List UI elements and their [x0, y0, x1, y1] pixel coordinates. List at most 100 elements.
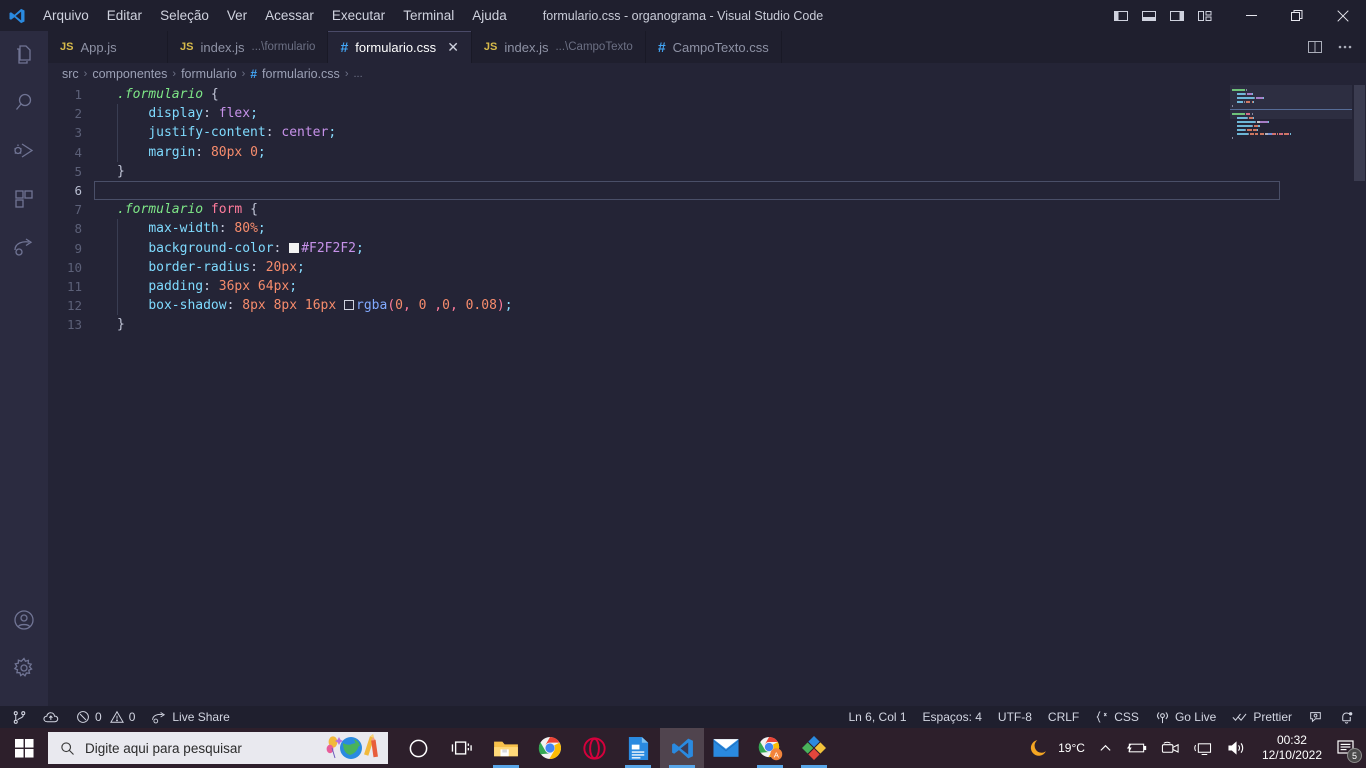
- split-editor-icon[interactable]: [1302, 34, 1328, 60]
- editor-encoding[interactable]: UTF-8: [990, 706, 1040, 728]
- taskbar-task-view[interactable]: [440, 728, 484, 768]
- code-text[interactable]: }: [94, 162, 125, 181]
- close-icon[interactable]: ✕: [447, 40, 459, 54]
- gear-icon[interactable]: [0, 644, 48, 692]
- taskbar-search-box[interactable]: Digite aqui para pesquisar: [48, 732, 388, 764]
- menu-ajuda[interactable]: Ajuda: [463, 5, 516, 26]
- code-line[interactable]: 6: [48, 180, 1366, 201]
- taskbar-mail[interactable]: [704, 728, 748, 768]
- account-icon[interactable]: [0, 596, 48, 644]
- go-live-button[interactable]: Go Live: [1147, 706, 1224, 728]
- editor-scrollbar[interactable]: [1352, 85, 1366, 706]
- taskbar-file-explorer[interactable]: [484, 728, 528, 768]
- breadcrumb-src[interactable]: src: [62, 67, 79, 81]
- toggle-secondary-sidebar-icon[interactable]: [1164, 3, 1190, 29]
- code-line[interactable]: 7 .formulario form {: [48, 200, 1366, 219]
- taskbar-vscode[interactable]: [660, 728, 704, 768]
- breadcrumb-symbol[interactable]: ...: [353, 68, 362, 80]
- editor-language[interactable]: CSS: [1087, 706, 1147, 728]
- toggle-primary-sidebar-icon[interactable]: [1108, 3, 1134, 29]
- menu-executar[interactable]: Executar: [323, 5, 394, 26]
- menu-arquivo[interactable]: Arquivo: [34, 5, 98, 26]
- code-line[interactable]: 3 justify-content: center;: [48, 123, 1366, 142]
- menu-terminal[interactable]: Terminal: [394, 5, 463, 26]
- code-line[interactable]: 5}: [48, 162, 1366, 181]
- taskbar-chrome-profile[interactable]: A: [748, 728, 792, 768]
- taskbar-chrome[interactable]: [528, 728, 572, 768]
- breadcrumb-componentes[interactable]: componentes: [92, 67, 167, 81]
- code-line[interactable]: 11 padding: 36px 64px;: [48, 277, 1366, 296]
- weather-widget[interactable]: 19°C: [1021, 728, 1092, 768]
- window-minimize-button[interactable]: [1228, 0, 1274, 31]
- menu-acessar[interactable]: Acessar: [256, 5, 323, 26]
- code-text[interactable]: max-width: 80%;: [94, 219, 265, 238]
- code-text[interactable]: }: [94, 315, 125, 334]
- remote-indicator-icon[interactable]: [35, 706, 68, 728]
- editor-position[interactable]: Ln 6, Col 1: [841, 706, 915, 728]
- code-line[interactable]: 10 border-radius: 20px;: [48, 258, 1366, 277]
- show-hidden-icons-chevron[interactable]: [1092, 728, 1119, 768]
- minimap-token: [1251, 125, 1253, 127]
- code-text[interactable]: background-color: #F2F2F2;: [94, 239, 364, 258]
- live-share-button[interactable]: Live Share: [143, 706, 237, 728]
- menu-selecao[interactable]: Seleção: [151, 5, 218, 26]
- window-restore-button[interactable]: [1274, 0, 1320, 31]
- code-line[interactable]: 9 background-color: #F2F2F2;: [48, 239, 1366, 258]
- notifications-bell[interactable]: [1331, 706, 1366, 728]
- notification-center-button[interactable]: 5: [1330, 728, 1366, 768]
- breadcrumb-formulario[interactable]: formulario: [181, 67, 237, 81]
- explorer-icon[interactable]: [0, 31, 48, 79]
- code-text[interactable]: padding: 36px 64px;: [94, 277, 297, 296]
- code-line[interactable]: 2 display: flex;: [48, 104, 1366, 123]
- customize-layout-icon[interactable]: [1192, 3, 1218, 29]
- minimap[interactable]: [1230, 85, 1352, 706]
- toggle-panel-icon[interactable]: [1136, 3, 1162, 29]
- tab-formulario-css[interactable]: # formulario.css ✕: [328, 31, 472, 63]
- code-lines[interactable]: 1 .formulario {2 display: flex; 3 justify-…: [48, 85, 1366, 334]
- source-control-branch-icon[interactable]: [0, 706, 35, 728]
- code-text[interactable]: .formulario {: [94, 85, 219, 104]
- taskbar-cortana[interactable]: [396, 728, 440, 768]
- start-button[interactable]: [0, 728, 48, 768]
- editor-eol[interactable]: CRLF: [1040, 706, 1087, 728]
- taskbar-paint3d[interactable]: [792, 728, 836, 768]
- extensions-icon[interactable]: [0, 175, 48, 223]
- taskbar-libreoffice-writer[interactable]: [616, 728, 660, 768]
- tab-campotexto-css[interactable]: # CampoTexto.css: [646, 31, 782, 63]
- tab-app-js[interactable]: JS App.js: [48, 31, 168, 63]
- editor-indentation[interactable]: Espaços: 4: [915, 706, 990, 728]
- run-and-debug-icon[interactable]: [0, 127, 48, 175]
- problems-indicator[interactable]: 0 0: [68, 706, 143, 728]
- scrollbar-thumb[interactable]: [1354, 85, 1365, 181]
- code-line[interactable]: 1 .formulario {: [48, 85, 1366, 104]
- breadcrumb-file[interactable]: formulario.css: [262, 67, 340, 81]
- battery-icon[interactable]: [1119, 728, 1154, 768]
- live-share-icon[interactable]: [0, 223, 48, 271]
- code-line[interactable]: 8 max-width: 80%;: [48, 219, 1366, 238]
- feedback-icon[interactable]: [1300, 706, 1331, 728]
- code-editor[interactable]: 1 .formulario {2 display: flex; 3 justify-…: [48, 85, 1366, 706]
- more-actions-icon[interactable]: [1332, 34, 1358, 60]
- window-close-button[interactable]: [1320, 0, 1366, 31]
- code-text[interactable]: [94, 180, 117, 201]
- camera-icon[interactable]: [1154, 728, 1187, 768]
- menu-ver[interactable]: Ver: [218, 5, 256, 26]
- code-text[interactable]: border-radius: 20px;: [94, 258, 305, 277]
- tab-index-js-campotexto[interactable]: JS index.js ...\CampoTexto: [472, 31, 646, 63]
- code-text[interactable]: box-shadow: 8px 8px 16px rgba(0, 0 ,0, 0…: [94, 296, 512, 315]
- code-text[interactable]: display: flex;: [94, 104, 258, 123]
- code-text[interactable]: justify-content: center;: [94, 123, 336, 142]
- code-line[interactable]: 12 box-shadow: 8px 8px 16px rgba(0, 0 ,0…: [48, 296, 1366, 315]
- taskbar-opera[interactable]: [572, 728, 616, 768]
- tab-index-js-formulario[interactable]: JS index.js ...\formulario: [168, 31, 329, 63]
- taskbar-clock[interactable]: 00:32 12/10/2022: [1254, 728, 1330, 768]
- code-text[interactable]: margin: 80px 0;: [94, 143, 265, 162]
- volume-icon[interactable]: [1220, 728, 1254, 768]
- menu-editar[interactable]: Editar: [98, 5, 151, 26]
- code-line[interactable]: 13}: [48, 315, 1366, 334]
- code-text[interactable]: .formulario form {: [94, 200, 258, 219]
- code-line[interactable]: 4 margin: 80px 0;: [48, 143, 1366, 162]
- search-icon[interactable]: [0, 79, 48, 127]
- network-display-icon[interactable]: [1187, 728, 1220, 768]
- prettier-status[interactable]: Prettier: [1224, 706, 1300, 728]
